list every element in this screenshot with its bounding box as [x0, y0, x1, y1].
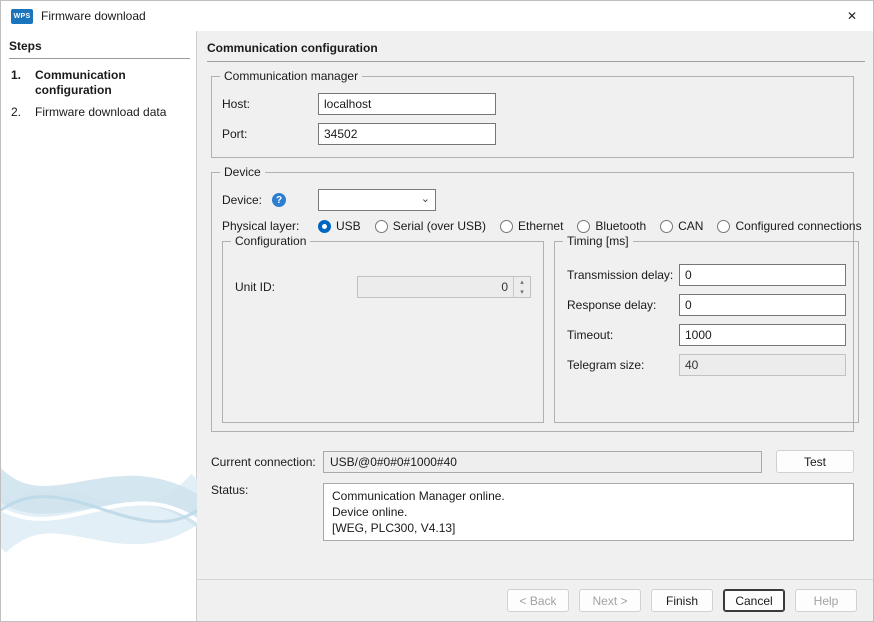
- device-label: Device:: [222, 193, 262, 207]
- steps-header: Steps: [9, 39, 190, 59]
- host-label: Host:: [222, 97, 318, 111]
- help-button[interactable]: Help: [795, 589, 857, 612]
- cancel-button[interactable]: Cancel: [723, 589, 785, 612]
- main-panel: Communication configuration Communicatio…: [197, 31, 873, 579]
- transmission-delay-label: Transmission delay:: [567, 268, 679, 282]
- device-label-wrap: Device: ?: [222, 193, 318, 207]
- transmission-delay-input[interactable]: [679, 264, 846, 286]
- spin-up-icon[interactable]: ▴: [514, 277, 530, 287]
- decorative-swoosh: [1, 443, 197, 593]
- unit-id-label: Unit ID:: [235, 280, 357, 294]
- physical-layer-label: Physical layer:: [222, 219, 318, 233]
- steps-panel: Steps 1. Communication configuration 2. …: [1, 31, 197, 621]
- step-item-firmware-download-data: 2. Firmware download data: [1, 102, 196, 124]
- unit-id-row: Unit ID: ▴ ▾: [235, 276, 531, 298]
- radio-icon: [318, 220, 331, 233]
- radio-label: Bluetooth: [595, 219, 646, 233]
- timing-group: Timing [ms] Transmission delay: Response…: [554, 241, 859, 423]
- window-title: Firmware download: [41, 9, 146, 23]
- radio-configured-connections[interactable]: Configured connections: [717, 219, 861, 233]
- port-label: Port:: [222, 127, 318, 141]
- port-input[interactable]: [318, 123, 496, 145]
- radio-label: Configured connections: [735, 219, 861, 233]
- firmware-download-dialog: WPS Firmware download ✕ Steps 1. Communi…: [0, 0, 874, 622]
- timeout-label: Timeout:: [567, 328, 679, 342]
- communication-manager-group: Communication manager Host: Port:: [211, 76, 854, 158]
- radio-icon: [577, 220, 590, 233]
- finish-button[interactable]: Finish: [651, 589, 713, 612]
- status-line: Communication Manager online.: [332, 488, 845, 504]
- current-connection-label: Current connection:: [211, 455, 323, 469]
- step-label: Firmware download data: [35, 105, 166, 120]
- step-item-communication-configuration: 1. Communication configuration: [1, 65, 196, 102]
- radio-icon: [500, 220, 513, 233]
- current-connection-field: [323, 451, 762, 473]
- device-group: Device Device: ? ⌄ P: [211, 172, 854, 432]
- host-row: Host:: [222, 93, 843, 115]
- radio-label: Serial (over USB): [393, 219, 486, 233]
- timing-legend: Timing [ms]: [563, 234, 633, 249]
- physical-layer-row: Physical layer: USB Serial (over USB): [222, 219, 843, 233]
- telegram-size-row: Telegram size:: [567, 354, 846, 376]
- response-delay-row: Response delay:: [567, 294, 846, 316]
- communication-manager-legend: Communication manager: [220, 69, 362, 84]
- radio-bluetooth[interactable]: Bluetooth: [577, 219, 646, 233]
- test-button[interactable]: Test: [776, 450, 854, 473]
- spin-down-icon[interactable]: ▾: [514, 287, 530, 297]
- radio-ethernet[interactable]: Ethernet: [500, 219, 563, 233]
- wps-logo-icon: WPS: [11, 9, 33, 24]
- titlebar: WPS Firmware download ✕: [1, 1, 873, 31]
- radio-icon: [717, 220, 730, 233]
- radio-icon: [660, 220, 673, 233]
- current-connection-row: Current connection: Test: [211, 450, 854, 473]
- physical-layer-radios: USB Serial (over USB) Ethernet: [318, 219, 862, 233]
- spinner-buttons: ▴ ▾: [513, 277, 530, 297]
- status-label: Status:: [211, 483, 323, 497]
- status-line: Device online.: [332, 504, 845, 520]
- help-icon[interactable]: ?: [272, 193, 286, 207]
- status-row: Status: Communication Manager online. De…: [211, 483, 854, 541]
- device-legend: Device: [220, 165, 265, 180]
- radio-label: Ethernet: [518, 219, 563, 233]
- next-button[interactable]: Next >: [579, 589, 641, 612]
- timeout-input[interactable]: [679, 324, 846, 346]
- telegram-size-label: Telegram size:: [567, 358, 679, 372]
- step-number: 1.: [11, 68, 35, 98]
- chevron-down-icon: ⌄: [421, 192, 430, 205]
- transmission-delay-row: Transmission delay:: [567, 264, 846, 286]
- wizard-button-bar: < Back Next > Finish Cancel Help: [197, 579, 873, 621]
- host-input[interactable]: [318, 93, 496, 115]
- telegram-size-input: [679, 354, 846, 376]
- radio-can[interactable]: CAN: [660, 219, 703, 233]
- close-icon[interactable]: ✕: [831, 1, 873, 31]
- configuration-legend: Configuration: [231, 234, 310, 249]
- page-title: Communication configuration: [207, 39, 865, 62]
- device-row: Device: ? ⌄: [222, 189, 843, 211]
- radio-icon: [375, 220, 388, 233]
- radio-label: CAN: [678, 219, 703, 233]
- back-button[interactable]: < Back: [507, 589, 569, 612]
- step-label: Communication configuration: [35, 68, 188, 98]
- status-box: Communication Manager online. Device onl…: [323, 483, 854, 541]
- port-row: Port:: [222, 123, 843, 145]
- response-delay-input[interactable]: [679, 294, 846, 316]
- step-number: 2.: [11, 105, 35, 120]
- unit-id-spinner[interactable]: ▴ ▾: [357, 276, 531, 298]
- device-select[interactable]: ⌄: [318, 189, 436, 211]
- configuration-group: Configuration Unit ID: ▴ ▾: [222, 241, 544, 423]
- timeout-row: Timeout:: [567, 324, 846, 346]
- radio-usb[interactable]: USB: [318, 219, 361, 233]
- response-delay-label: Response delay:: [567, 298, 679, 312]
- unit-id-input[interactable]: [357, 276, 531, 298]
- status-line: [WEG, PLC300, V4.13]: [332, 520, 845, 536]
- radio-serial-over-usb[interactable]: Serial (over USB): [375, 219, 486, 233]
- radio-label: USB: [336, 219, 361, 233]
